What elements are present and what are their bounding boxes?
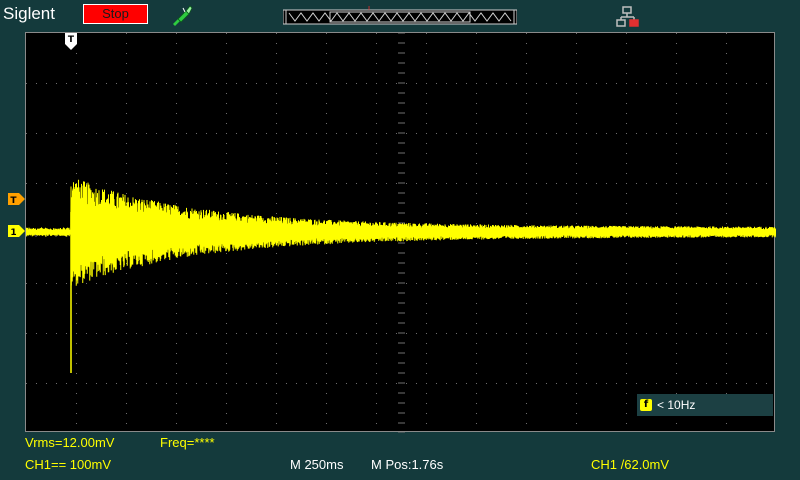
frequency-counter: f < 10Hz: [637, 394, 773, 416]
ch1-trigger-level-marker[interactable]: T: [7, 192, 27, 206]
memory-trigger-marker: T: [366, 6, 372, 12]
network-icon: [616, 6, 639, 27]
frequency-icon: f: [640, 399, 652, 411]
timebase-scale[interactable]: M 250ms: [290, 457, 343, 473]
horizontal-position[interactable]: M Pos:1.76s: [371, 457, 443, 473]
brand-logo: Siglent: [3, 4, 55, 23]
vrms-measurement: Vrms=12.00mV: [25, 435, 115, 450]
svg-text:T: T: [68, 35, 75, 45]
run-stop-indicator[interactable]: Stop: [83, 4, 148, 24]
ch1-waveform: [26, 179, 776, 373]
svg-text:1: 1: [10, 228, 16, 238]
memory-depth-bar: T: [283, 6, 517, 25]
trigger-settings[interactable]: CH1 /62.0mV: [591, 457, 669, 473]
frequency-readout: < 10Hz: [657, 398, 696, 412]
oscilloscope-display: Siglent Stop T T T 1 f < 10Hz Vrms=12.00…: [0, 0, 800, 480]
ch1-vertical-scale[interactable]: CH1== 100mV: [25, 457, 111, 473]
probe-icon: [173, 5, 193, 26]
trigger-time-marker[interactable]: T: [64, 32, 78, 52]
waveform-screen[interactable]: [25, 32, 776, 433]
freq-measurement: Freq=****: [160, 435, 215, 450]
ch1-trace: [26, 179, 776, 286]
svg-text:T: T: [10, 196, 17, 206]
ch1-ground-marker[interactable]: 1: [7, 224, 27, 238]
